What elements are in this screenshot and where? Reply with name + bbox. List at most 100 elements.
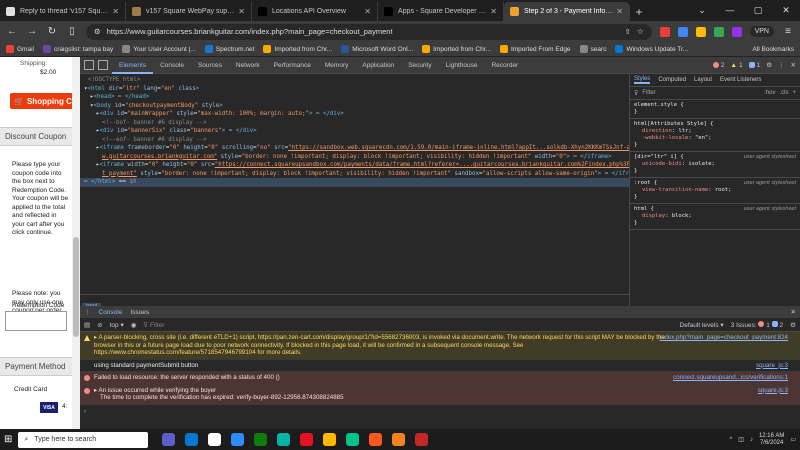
taskbar-app-icon[interactable] [346,433,360,446]
close-icon[interactable]: ✕ [772,0,800,21]
redemption-code-input[interactable] [5,311,67,331]
taskbar-app-icon[interactable] [208,433,222,446]
devtools-tab[interactable]: Lighthouse [439,57,485,74]
tab-close-icon[interactable]: ✕ [238,7,245,16]
all-bookmarks-button[interactable]: All Bookmarks [752,46,794,53]
drawer-tab-console[interactable]: Console [99,309,123,316]
tab-close-icon[interactable]: ✕ [490,7,497,16]
devtools-tab[interactable]: Elements [112,57,154,74]
bookmark-item[interactable]: Imported from Chr... [422,45,491,53]
console-message-source[interactable]: square_js:3 [756,362,788,370]
dom-line[interactable]: <!--bof- banner #6 display --> [80,119,629,128]
page-scrollbar[interactable] [72,57,80,429]
extension-icon[interactable] [677,26,688,37]
console-message-source[interactable]: square.js:3 [758,387,788,395]
tab-close-icon[interactable]: ✕ [364,7,371,16]
devtools-tab[interactable]: Console [153,57,191,74]
issues-count[interactable]: 3 Issues: 1 2 [731,320,783,329]
bookmark-item[interactable]: Gmail [6,45,34,53]
shopping-cart-button[interactable]: 🛒 Shopping C [10,93,74,109]
extension-icon[interactable] [731,26,742,37]
dom-line[interactable]: ▾<body id="checkoutpaymentBody" style> [80,102,629,111]
drawer-menu-icon[interactable]: ⋮ [84,308,91,316]
styles-subtab[interactable]: Event Listeners [720,77,761,83]
sidebar-toggle-icon[interactable]: ▤ [84,321,90,329]
tray-chevron-icon[interactable]: ^ [729,437,732,443]
taskbar-app-icon[interactable] [277,433,291,446]
devtools-tab[interactable]: Security [401,57,438,74]
dom-line[interactable]: ▸<div id="bannerSix" class="banners"> ⋯ … [80,127,629,136]
taskbar-app-icon[interactable] [369,433,383,446]
devtools-tab[interactable]: Recorder [484,57,525,74]
settings-icon[interactable]: ⚙ [766,61,772,69]
taskbar-app-icon[interactable] [415,433,429,446]
devtools-tab[interactable]: Network [229,57,267,74]
clear-console-icon[interactable]: ⊘ [97,321,102,329]
rule-property[interactable]: direction: ltr; [634,128,796,135]
dom-line[interactable]: ▸<head> ⋯ </head> [80,93,629,102]
forward-icon[interactable]: → [26,26,38,37]
taskbar-app-icon[interactable] [392,433,406,446]
vpn-button[interactable]: VPN [749,26,774,37]
taskbar-search-box[interactable]: ⌕ Type here to search [18,431,149,448]
browser-tab[interactable]: Step 2 of 3 - Payment Informati ✕ [504,2,630,21]
taskbar-app-icon[interactable] [254,433,268,446]
close-drawer-icon[interactable]: ✕ [791,308,796,316]
dom-line[interactable]: <!--eof- banner #6 display --> [80,136,629,145]
page-scrollbar-thumb[interactable] [73,237,79,337]
style-rule[interactable]: html[Attributes Style] {direction: ltr; -… [630,119,800,152]
extension-icon[interactable] [659,26,670,37]
windows-start-icon[interactable]: ⊞ [4,434,12,445]
console-log[interactable]: using standard paymentSubmit button squa… [80,360,800,372]
console-filter-input[interactable]: ⊽ Filter [143,321,672,329]
context-select[interactable]: top ▾ [110,321,124,329]
dom-line[interactable]: ▾<html dir="ltr" lang="en" class> [80,85,629,94]
bookmark-item[interactable]: craigslist: tampa bay [42,45,113,53]
style-rule[interactable]: [dir="ltr" i] {user agent stylesheet unic… [630,152,800,178]
rule-property[interactable]: -webkit-locale: "en"; [634,135,796,142]
issues-badge[interactable]: 1 [748,62,760,69]
console-message-source[interactable]: connect.squareupsand...ics/verifications… [673,374,788,382]
devtools-tab[interactable]: Performance [267,57,318,74]
rule-property[interactable]: view-transition-name: root; [634,187,796,194]
dom-line[interactable]: <!DOCTYPE html> [80,76,629,85]
back-icon[interactable]: ← [6,26,18,37]
add-rule-icon[interactable]: + [792,90,796,96]
menu-icon[interactable]: ≡ [782,26,794,37]
taskbar-app-icon[interactable] [231,433,245,446]
chevron-down-icon[interactable]: ⌄ [688,0,716,21]
new-tab-button[interactable]: + [630,3,648,21]
dom-line[interactable]: w.guitarcourses.briankguitar.com" style=… [80,153,629,162]
network-icon[interactable]: ◫ [738,436,744,443]
dom-line[interactable]: t_payment" style="border: none !importan… [80,170,629,179]
cls-toggle[interactable]: .cls [779,90,788,96]
eye-icon[interactable]: ◉ [131,321,137,329]
devtools-tab[interactable]: Memory [318,57,355,74]
taskbar-app-icon[interactable] [162,433,176,446]
dom-line[interactable]: ▸<iframe width="0" height="0" src="https… [80,161,629,170]
console-message-source[interactable]: index.php?main_page=checkout_payment:824 [660,334,789,342]
styles-subtab[interactable]: Computed [658,77,686,83]
minimize-icon[interactable]: — [716,0,744,21]
styles-filter-input[interactable]: Filter [642,90,760,96]
console-settings-icon[interactable]: ⚙ [790,321,796,329]
reload-icon[interactable]: ↻ [46,26,58,37]
more-options-icon[interactable]: ⋮ [778,61,785,69]
console-error[interactable]: Failed to load resource: the server resp… [80,372,800,385]
default-levels-select[interactable]: Default levels ▾ [680,321,724,329]
hov-toggle[interactable]: :hov [764,90,775,96]
taskbar-app-icon[interactable] [323,433,337,446]
drawer-tab-issues[interactable]: Issues [130,309,149,316]
warning-badge[interactable]: ▲ 1 [731,62,743,69]
device-toolbar-icon[interactable] [98,60,108,70]
bookmark-item[interactable]: searc [579,45,606,53]
bookmark-item[interactable]: Your User Account |... [122,45,196,53]
url-text[interactable]: https://www.guitarcourses.briankguitar.c… [107,27,619,36]
style-rule[interactable]: html {user agent stylesheet display: bloc… [630,204,800,230]
browser-tab[interactable]: Reply to thread 'v157 Square WebP'✕ [0,2,126,21]
bookmark-item[interactable]: Imported from Chr... [263,45,332,53]
notifications-icon[interactable]: ▭ [790,436,796,443]
bookmark-item[interactable]: Windows Update Tr... [615,45,688,53]
dom-line[interactable]: ▸<div id="mainWrapper" style="max-width:… [80,110,629,119]
extension-icon[interactable] [695,26,706,37]
